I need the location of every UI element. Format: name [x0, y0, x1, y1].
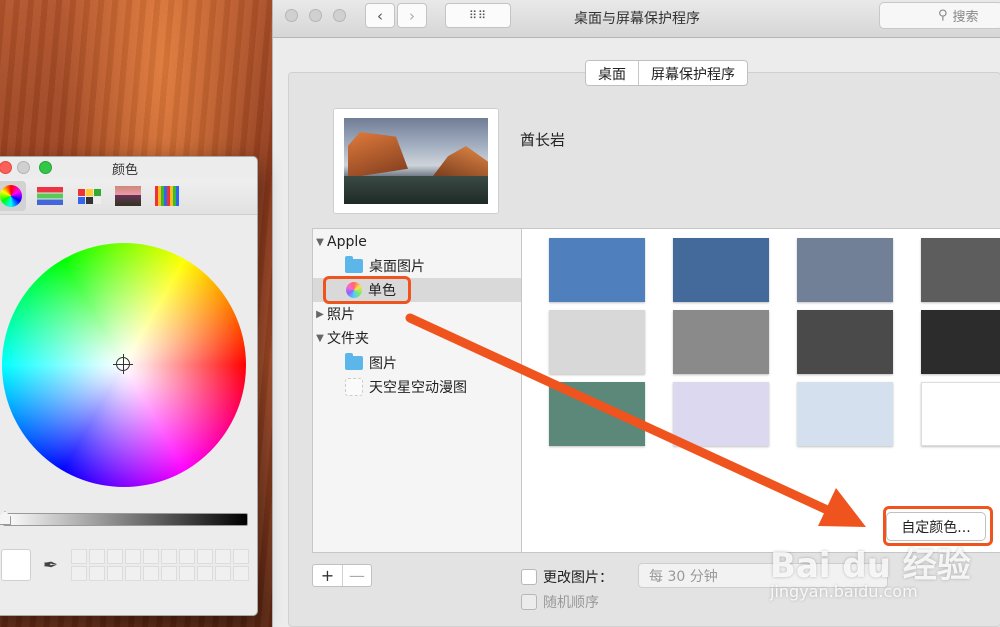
color-swatch[interactable]: [673, 382, 769, 446]
color-well[interactable]: [215, 566, 231, 581]
group-label: 照片: [327, 307, 355, 323]
list-item-desktop-pictures[interactable]: 桌面图片: [313, 254, 521, 278]
tab-bar: 桌面 屏幕保护程序: [585, 60, 748, 86]
random-order-checkbox[interactable]: 随机顺序: [521, 592, 599, 612]
color-mode-toolbar: [0, 179, 257, 215]
color-swatch[interactable]: [921, 238, 1000, 302]
group-photos[interactable]: ▶ 照片: [313, 302, 521, 326]
folder-icon: [345, 256, 363, 273]
search-icon: ⚲: [938, 8, 948, 23]
color-well[interactable]: [215, 549, 231, 564]
color-well[interactable]: [89, 566, 105, 581]
image-palettes-mode-icon[interactable]: [113, 181, 143, 211]
color-well[interactable]: [143, 566, 159, 581]
baidu-watermark: Bai du 经验: [770, 546, 971, 586]
color-well[interactable]: [179, 549, 195, 564]
add-folder-button[interactable]: +: [313, 565, 342, 586]
color-palettes-mode-icon[interactable]: [74, 181, 104, 211]
wallpaper-thumbnail: [344, 118, 488, 204]
color-swatch[interactable]: [549, 310, 645, 374]
checkbox-label: 更改图片：: [543, 570, 613, 586]
watermark-url: jingyan.baidu.com: [770, 582, 918, 601]
color-wheel-mode-icon[interactable]: [0, 181, 26, 211]
color-well[interactable]: [107, 566, 123, 581]
color-swatch[interactable]: [549, 382, 645, 446]
color-swatch[interactable]: [921, 310, 1000, 374]
select-value: 每 30 分钟: [649, 569, 718, 585]
color-wells: [71, 549, 249, 583]
color-well[interactable]: [179, 566, 195, 581]
panel-title: 颜色: [111, 163, 138, 178]
color-well[interactable]: [125, 566, 141, 581]
color-well[interactable]: [71, 549, 87, 564]
list-item-starry-anime[interactable]: 天空星空动漫图: [313, 375, 521, 399]
pencils-mode-icon[interactable]: [152, 181, 182, 211]
color-well[interactable]: [161, 549, 177, 564]
title-bar: ‹ › ⠿⠿ 桌面与屏幕保护程序 ⚲ 搜索: [273, 0, 1000, 38]
color-well[interactable]: [71, 566, 87, 581]
color-swatch[interactable]: [797, 382, 893, 446]
color-swatch[interactable]: [797, 238, 893, 302]
color-swatch[interactable]: [921, 382, 1000, 446]
blank-folder-icon: [345, 378, 363, 396]
remove-folder-button[interactable]: —: [341, 565, 371, 586]
checkbox[interactable]: [521, 569, 537, 585]
highlight-solid-colors: [323, 276, 411, 304]
color-well[interactable]: [197, 566, 213, 581]
disclosure-right-icon[interactable]: ▶: [313, 309, 327, 320]
current-color-well[interactable]: [1, 549, 31, 581]
tab-screensaver[interactable]: 屏幕保护程序: [639, 61, 747, 85]
group-apple[interactable]: ▼ Apple: [313, 230, 521, 254]
color-well[interactable]: [233, 549, 249, 564]
list-item-pictures[interactable]: 图片: [313, 351, 521, 375]
color-well[interactable]: [161, 566, 177, 581]
search-placeholder: 搜索: [952, 10, 979, 25]
list-item-label: 图片: [369, 356, 397, 372]
color-well[interactable]: [107, 549, 123, 564]
brightness-slider[interactable]: [3, 513, 248, 526]
list-item-label: 天空星空动漫图: [369, 380, 467, 396]
color-swatch[interactable]: [549, 238, 645, 302]
color-swatch[interactable]: [797, 310, 893, 374]
eyedropper-icon[interactable]: ✒: [43, 555, 58, 576]
checkbox-label: 随机顺序: [543, 595, 599, 611]
color-sliders-mode-icon[interactable]: [35, 181, 65, 211]
color-swatch[interactable]: [673, 238, 769, 302]
color-well[interactable]: [125, 549, 141, 564]
list-item-label: 桌面图片: [369, 259, 425, 275]
tab-desktop[interactable]: 桌面: [586, 61, 639, 85]
group-label: 文件夹: [327, 331, 369, 347]
search-field[interactable]: ⚲ 搜索: [879, 2, 1000, 29]
add-remove-control: + —: [312, 564, 372, 587]
group-folders[interactable]: ▼ 文件夹: [313, 326, 521, 350]
color-swatch[interactable]: [673, 310, 769, 374]
disclosure-down-icon[interactable]: ▼: [313, 237, 327, 248]
disclosure-down-icon[interactable]: ▼: [313, 333, 327, 344]
color-well[interactable]: [143, 549, 159, 564]
color-well[interactable]: [197, 549, 213, 564]
pictures-folder-icon: [345, 353, 363, 370]
wallpaper-preview: [333, 108, 499, 214]
color-well[interactable]: [233, 566, 249, 581]
color-grid: [521, 228, 1000, 553]
color-well[interactable]: [89, 549, 105, 564]
checkbox[interactable]: [521, 594, 537, 610]
group-label: Apple: [327, 234, 367, 250]
wallpaper-name: 酋长岩: [520, 131, 566, 149]
crosshair-icon[interactable]: [113, 354, 133, 374]
colors-panel: 颜色 ✒: [0, 156, 258, 616]
change-picture-checkbox[interactable]: 更改图片：: [521, 567, 613, 587]
